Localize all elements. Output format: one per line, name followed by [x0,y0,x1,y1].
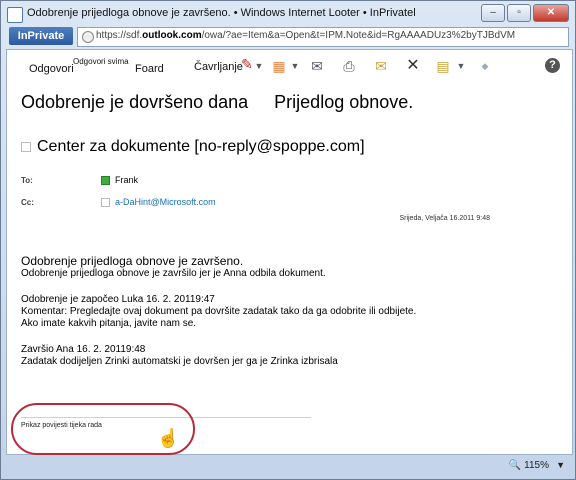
hand-cursor-icon: ☝ [157,428,180,448]
zoom-icon: 🔍 [508,460,522,471]
categories-icon[interactable]: ▦ [271,58,287,74]
cc-recipient-address: a-DaHint@Microsoft.com [115,197,216,207]
reply-all-button[interactable]: Odgovori svima [73,57,129,66]
forward-button[interactable]: Foard [135,63,164,75]
zoom-level[interactable]: 🔍 115% [509,460,549,471]
up-arrow-icon[interactable]: ◆ [477,58,493,74]
delete-icon[interactable]: ✕ [405,58,421,74]
presence-icon [101,176,110,186]
message-toolbar: Odgovori Odgovori svima Foard Čavrljanje… [7,50,572,84]
window-title: Odobrenje prijedloga obnove je završeno.… [27,7,416,19]
move-chevron-down-icon[interactable]: ▼ [453,58,469,74]
address-bar: InPrivate https://sdf.outlook.com/owa/?a… [5,27,571,47]
cc-recipient[interactable]: a-DaHint@Microsoft.com [101,197,216,208]
status-bar: 🔍 115% ▼ [1,456,575,478]
categories-chevron-down-icon[interactable]: ▼ [287,58,303,74]
minimize-button[interactable]: – [481,4,505,22]
page-icon [82,31,94,43]
message-date: Srijeda, Veljača 16.2011 9:48 [399,215,490,222]
body-heading: Odobrenje prijedloga obnove je završeno. [21,254,244,268]
message-pane: Odgovori Odgovori svima Foard Čavrljanje… [6,49,573,455]
chevron-down-icon[interactable]: ▼ [251,58,267,74]
zoom-value: 115% [524,460,549,471]
body-started: Odobrenje je započeo Luka 16. 2. 20119:4… [21,294,215,305]
maximize-button[interactable]: ▫ [507,4,531,22]
mark-unread-icon[interactable]: ✉ [309,58,325,74]
zoom-chevron-down-icon[interactable]: ▼ [556,460,565,470]
help-icon[interactable]: ? [545,58,560,73]
body-finished: Završio Ana 16. 2. 20119:48 [21,344,146,355]
close-button[interactable]: ✕ [533,4,569,22]
to-recipient[interactable]: Frank [101,175,139,186]
print-icon[interactable]: ⎙ [341,58,357,74]
body-questions: Ako imate kakvih pitanja, javite nam se. [21,318,197,329]
sender-name[interactable]: Center za dokumente [no-reply@spoppe.com… [37,138,365,155]
browser-window: Odobrenje prijedloga obnove je završeno.… [0,0,576,480]
sender-line: Center za dokumente [no-reply@spoppe.com… [21,138,365,156]
body-line: Odobrenje prijedloga obnove je završilo … [21,268,326,279]
reply-button[interactable]: Odgovori [29,63,74,75]
move-to-icon[interactable]: ▤ [435,58,451,74]
inprivate-badge[interactable]: InPrivate [9,27,73,45]
presence-unknown-icon [101,198,110,208]
outlook-app-icon [7,7,23,23]
chat-button[interactable]: Čavrljanje [194,61,243,73]
message-subject: Odobrenje je dovršeno dana Prijedlog obno… [21,92,414,112]
sender-status-icon [21,141,31,152]
to-recipient-name: Frank [115,175,139,185]
message-body: Odobrenje prijedloga obnove je završeno.… [21,254,416,368]
body-task: Zadatak dodijeljen Zrinki automatski je … [21,356,338,367]
url-text: https://sdf.outlook.com/owa/?ae=Item&a=O… [96,30,516,41]
to-label: To: [21,176,33,185]
cc-label: Cc: [21,198,34,207]
body-comment: Komentar: Pregledajte ovaj dokument pa d… [21,306,417,317]
window-controls: – ▫ ✕ [481,4,569,22]
title-bar: Odobrenje prijedloga obnove je završeno.… [1,1,575,27]
move-folder-icon[interactable]: ✉ [373,58,389,74]
url-field[interactable]: https://sdf.outlook.com/owa/?ae=Item&a=O… [77,27,569,47]
